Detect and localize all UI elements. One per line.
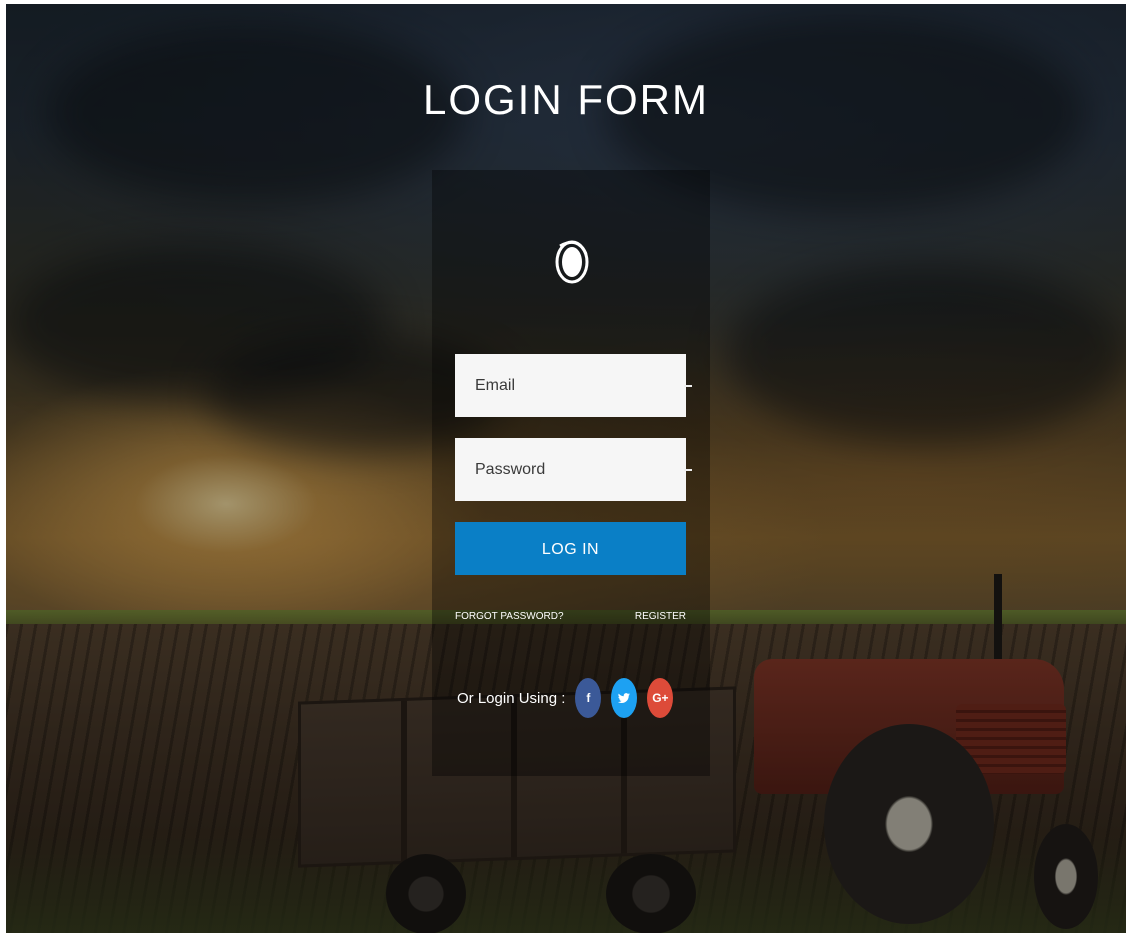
facebook-login-button[interactable]: f [575,678,602,718]
google-plus-icon: G+ [652,691,669,705]
link-row: FORGOT PASSWORD? REGISTER [455,611,686,622]
logo-icon [555,240,589,284]
login-panel: LOG IN FORGOT PASSWORD? REGISTER Or Logi… [432,170,710,776]
email-input[interactable] [475,370,682,401]
social-login-row: Or Login Using : f G+ [457,678,683,718]
forgot-password-link[interactable]: FORGOT PASSWORD? [455,611,564,622]
page-title: LOGIN FORM [422,76,709,123]
password-input[interactable] [475,454,682,485]
email-field[interactable] [455,354,692,417]
page: LOGIN FORM LOG IN FORGOT PASSWORD? [6,4,1126,933]
password-field[interactable] [455,438,692,501]
twitter-icon [618,693,631,703]
social-login-label: Or Login Using : [457,689,566,707]
facebook-icon: f [586,691,591,705]
register-link[interactable]: REGISTER [635,611,686,622]
twitter-login-button[interactable] [611,678,638,718]
google-plus-login-button[interactable]: G+ [647,678,674,718]
login-button[interactable]: LOG IN [455,522,686,575]
